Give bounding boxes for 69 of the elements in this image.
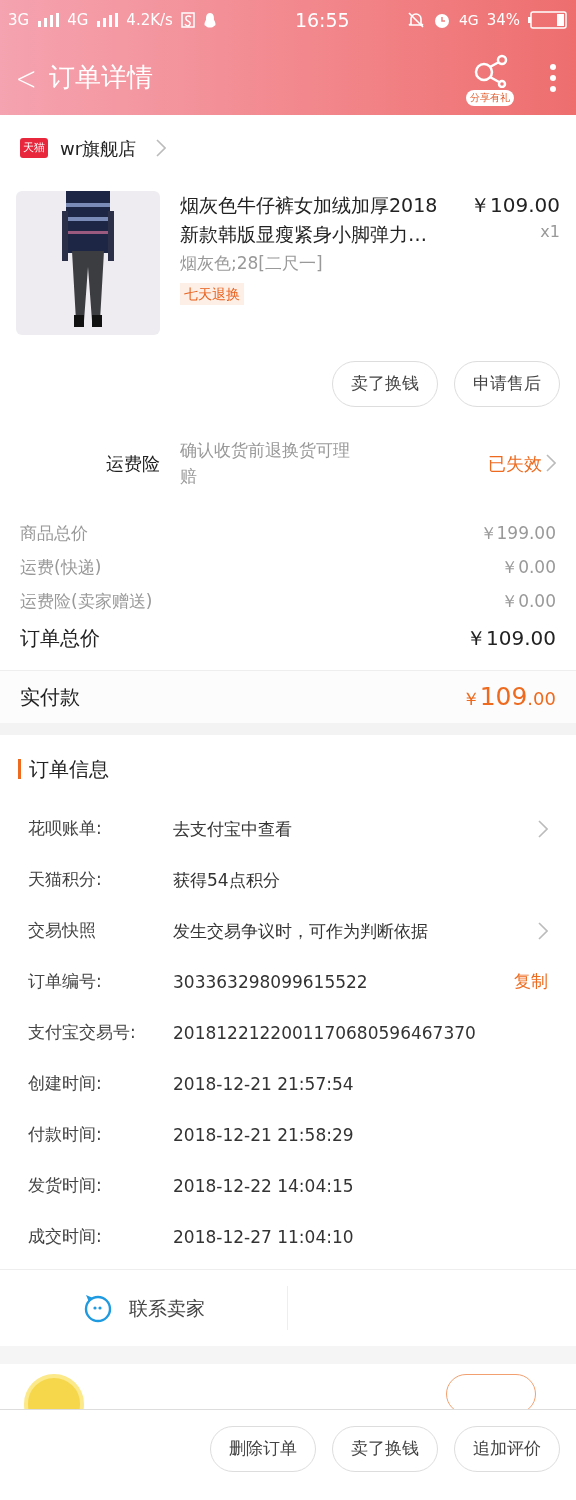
action-button[interactable]: 卖了换钱 xyxy=(332,1426,438,1472)
info-label: 成交时间: xyxy=(28,1224,103,1248)
product-quantity: x1 xyxy=(540,221,560,243)
info-label: 创建时间: xyxy=(28,1071,103,1095)
muted-bell-icon xyxy=(406,11,425,29)
price-value: ￥0.00 xyxy=(501,590,556,614)
product-price: ￥109.00 xyxy=(470,192,560,219)
price-label: 订单总价 xyxy=(20,625,100,652)
info-label: 支付宝交易号: xyxy=(28,1020,137,1044)
store-badge: 天猫 xyxy=(20,138,48,158)
info-label: 花呗账单: xyxy=(28,816,103,840)
product-variant: 烟灰色;28[二尺一] xyxy=(180,252,324,275)
product-title[interactable]: 烟灰色牛仔裤女加绒加厚2018新款韩版显瘦紧身小脚弹力… xyxy=(180,191,450,249)
network-label: 4G xyxy=(67,9,89,31)
chevron-icon xyxy=(156,139,167,157)
contact-seller-button[interactable]: 联系卖家 xyxy=(0,1286,288,1330)
paid-label: 实付款 xyxy=(20,684,80,711)
chevron-icon xyxy=(538,921,548,940)
info-value: 获得54点积分 xyxy=(173,868,281,892)
clock-time: 16:55 xyxy=(294,7,350,33)
network-label: 4G xyxy=(458,10,479,30)
insurance-status: 已失效 xyxy=(488,451,542,476)
price-label: 商品总价 xyxy=(20,522,88,546)
action-button[interactable]: 追加评价 xyxy=(454,1426,560,1472)
info-label: 交易快照 xyxy=(28,918,97,942)
chat-face-icon xyxy=(82,1293,113,1323)
store-name[interactable]: wr旗舰店 xyxy=(60,134,137,162)
action-button[interactable]: 申请售后 xyxy=(454,361,560,407)
info-value: 2018-12-22 14:04:15 xyxy=(173,1174,355,1198)
signal-icon xyxy=(96,13,119,27)
chevron-icon xyxy=(546,454,556,472)
info-label: 天猫积分: xyxy=(28,867,103,891)
page-title: 订单详情 xyxy=(48,61,153,94)
share-icon xyxy=(474,53,508,88)
paid-amount: ￥109.00 xyxy=(461,681,556,714)
penguin-icon xyxy=(202,11,217,29)
insurance-row[interactable]: 运费险 确认收货前退换货可理赔 已失效 xyxy=(0,429,576,497)
network-label: 3G xyxy=(8,9,30,31)
price-value: ￥199.00 xyxy=(479,522,556,546)
info-label: 订单编号: xyxy=(28,969,103,993)
info-value: 2018-12-21 21:58:29 xyxy=(173,1123,355,1147)
price-label: 运费险(卖家赠送) xyxy=(20,590,153,614)
price-value: ￥0.00 xyxy=(501,556,556,580)
insurance-label: 运费险 xyxy=(105,451,160,476)
signal-icon xyxy=(37,13,60,27)
insurance-description: 确认收货前退换货可理赔 xyxy=(180,439,351,488)
app-icon xyxy=(180,12,195,28)
speed-label: 4.2K/s xyxy=(126,9,173,31)
alarm-icon xyxy=(432,11,451,29)
return-tag: 七天退换 xyxy=(180,282,244,305)
section-title: 订单信息 xyxy=(29,756,109,783)
share-button[interactable]: 分享有礼 xyxy=(462,49,518,106)
action-button[interactable]: 卖了换钱 xyxy=(332,361,438,407)
price-value: ￥109.00 xyxy=(466,625,556,652)
action-button[interactable]: 删除订单 xyxy=(210,1426,316,1472)
info-value: 发生交易争议时，可作为判断依据 xyxy=(173,919,429,943)
battery-icon xyxy=(528,11,568,29)
info-label: 付款时间: xyxy=(28,1122,103,1146)
info-value: 去支付宝中查看 xyxy=(173,817,293,841)
info-value: 2018-12-21 21:57:54 xyxy=(173,1072,355,1096)
info-value: 303363298099615522 xyxy=(173,970,369,994)
info-value: 2018122122001170680596467370 xyxy=(173,1021,477,1045)
battery-percent: 34% xyxy=(486,9,520,31)
more-button[interactable] xyxy=(550,63,556,92)
share-badge: 分享有礼 xyxy=(466,89,514,106)
price-label: 运费(快递) xyxy=(20,556,102,580)
info-value: 2018-12-27 11:04:10 xyxy=(173,1225,355,1249)
info-label: 发货时间: xyxy=(28,1173,103,1197)
chevron-icon xyxy=(538,819,548,838)
